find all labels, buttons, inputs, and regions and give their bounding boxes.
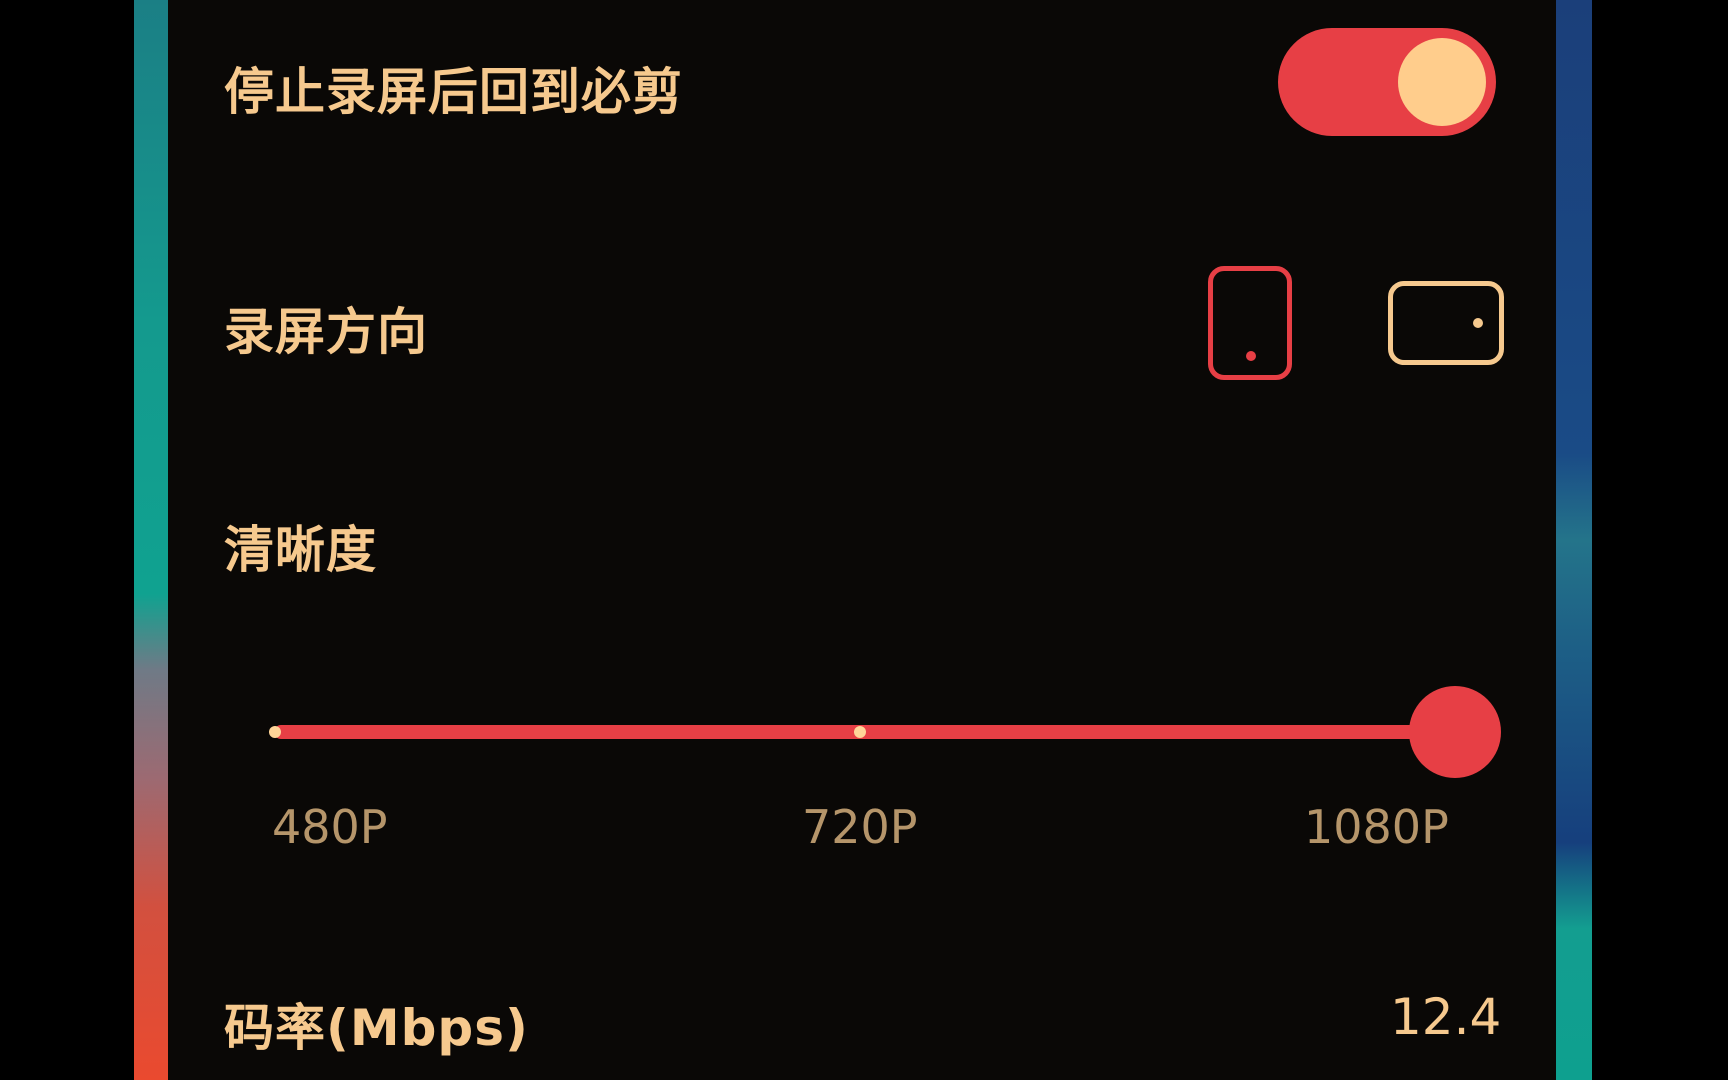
toggle-knob [1398,38,1486,126]
bitrate-value[interactable]: 12.4 [1390,988,1501,1046]
recording-settings-panel: 停止录屏后回到必剪 录屏方向 清晰度 480P 720P 1080P 码率(Mb… [168,0,1556,1080]
slider-stop-480[interactable] [269,726,281,738]
quality-option-480: 480P [272,800,388,854]
quality-option-720: 720P [802,800,918,854]
landscape-indicator-dot [1473,318,1483,328]
portrait-icon[interactable] [1208,266,1292,380]
orientation-label: 录屏方向 [224,303,428,361]
bitrate-label: 码率(Mbps) [224,999,529,1057]
stop-return-label: 停止录屏后回到必剪 [224,63,683,121]
portrait-indicator-dot [1246,351,1256,361]
screen: 停止录屏后回到必剪 录屏方向 清晰度 480P 720P 1080P 码率(Mb… [0,0,1728,1080]
quality-slider[interactable] [264,686,1501,778]
landscape-icon[interactable] [1388,281,1504,365]
right-gradient-border [1556,0,1592,1080]
stop-return-toggle[interactable] [1278,28,1496,136]
quality-label: 清晰度 [224,521,377,579]
slider-thumb[interactable] [1409,686,1501,778]
slider-stop-720[interactable] [854,726,866,738]
left-gradient-border [134,0,168,1080]
quality-option-1080: 1080P [1304,800,1449,854]
